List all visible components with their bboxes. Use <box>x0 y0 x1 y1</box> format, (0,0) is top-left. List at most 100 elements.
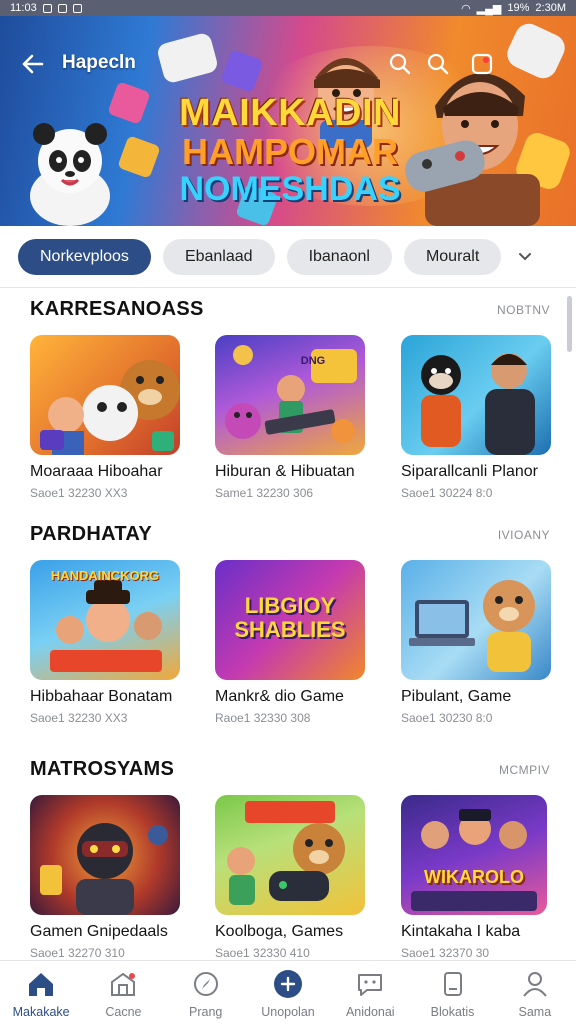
see-all-link[interactable]: MCMPIV <box>499 763 550 777</box>
games-icon <box>273 969 303 999</box>
section-header: KARRESANOASS NOBTNV <box>30 298 550 321</box>
chevron-down-icon <box>519 253 532 261</box>
game-meta: Saoe1 32230 XX3 <box>30 486 128 500</box>
game-meta: Saoe1 32230 XX3 <box>30 711 128 725</box>
hero-title-line1: MAIKKADIN <box>179 92 401 134</box>
game-art <box>227 801 345 905</box>
search-icon <box>427 53 449 75</box>
hero-title-line2: HAMPOMAR <box>182 131 398 172</box>
section-header: PARDHATAY IVIOANY <box>30 523 550 546</box>
see-all-link[interactable]: NOBTNV <box>497 303 550 317</box>
status-clock: 2:30M <box>535 2 566 14</box>
game-thumbnail <box>401 560 551 680</box>
nav-label: Anidonai <box>345 1005 395 1019</box>
arrow-left-icon <box>22 54 44 74</box>
notification-icon <box>72 3 82 13</box>
home-icon <box>26 969 56 999</box>
game-card[interactable]: Pibulant, Game Saoe1 30230 8:0 <box>401 560 561 725</box>
game-meta: Saoe1 30230 8:0 <box>401 711 493 725</box>
nav-label: Sama <box>518 1005 552 1019</box>
game-meta: Saoe1 32270 310 <box>30 946 125 960</box>
game-thumbnail: DNG <box>215 335 365 455</box>
battery-level: 19% <box>507 2 530 14</box>
compass-icon <box>191 969 221 999</box>
tab-1[interactable]: Ebanlaad <box>162 239 275 275</box>
game-card[interactable]: WIKAROLO Kintakaha I kaba Saoe1 32370 30 <box>401 795 561 960</box>
wifi-icon: ◠ <box>461 2 471 15</box>
notification-icon <box>42 3 52 13</box>
scrollbar[interactable] <box>567 296 572 352</box>
bottom-nav: Makakake Cacne Prang Unopolan Anidonai B… <box>0 960 576 1024</box>
status-time: 11:03 <box>10 2 37 14</box>
see-all-link[interactable]: IVIOANY <box>498 528 550 542</box>
notification-icon <box>471 53 493 75</box>
game-title: Siparallcanli Planor <box>401 463 538 480</box>
game-art <box>421 353 535 455</box>
gamepad-icon <box>155 31 220 85</box>
section-header: MATROSYAMS MCMPIV <box>30 758 550 781</box>
game-card[interactable]: Siparallcanli Planor Saoe1 30224 8:0 <box>401 335 561 500</box>
game-art <box>40 823 168 915</box>
game-thumbnail <box>30 795 180 915</box>
game-title: Pibulant, Game <box>401 688 512 705</box>
game-meta: Raoe1 32330 308 <box>215 711 311 725</box>
game-art <box>409 580 535 672</box>
nav-item-library[interactable]: Blokatis <box>411 961 493 1024</box>
nav-label: Prang <box>189 1005 223 1019</box>
notification-icon <box>57 3 67 13</box>
game-thumbnail: HANDAINCKORG <box>30 560 180 680</box>
nav-item-compass[interactable]: Prang <box>165 961 247 1024</box>
nav-item-chat[interactable]: Anidonai <box>329 961 411 1024</box>
section-title: KARRESANOASS <box>30 298 204 320</box>
store-icon <box>108 969 138 999</box>
notification-button[interactable] <box>470 52 494 76</box>
library-icon <box>438 969 468 999</box>
game-card[interactable]: Gamen Gnipedaals Saoe1 32270 310 <box>30 795 190 960</box>
hero-banner[interactable]: MAIKKADIN HAMPOMAR NOMESHDAS Hapecln <box>0 16 576 226</box>
nav-label: Cacne <box>105 1005 142 1019</box>
nav-item-games[interactable]: Unopolan <box>247 961 329 1024</box>
game-meta: Saoe1 30224 8:0 <box>401 486 493 500</box>
nav-item-store[interactable]: Cacne <box>82 961 164 1024</box>
hero-title: MAIKKADIN HAMPOMAR NOMESHDAS <box>160 94 420 206</box>
nav-item-profile[interactable]: Sama <box>494 961 576 1024</box>
status-left: 11:03 <box>10 2 82 14</box>
game-thumbnail: LIBGIOY SHABLIES <box>215 560 365 680</box>
back-button[interactable] <box>20 53 46 74</box>
tab-3[interactable]: Mouralt <box>403 239 502 275</box>
game-card[interactable]: HANDAINCKORG Hibbahaar Bonatam Saoe1 322… <box>30 560 190 725</box>
search-button[interactable] <box>388 52 412 76</box>
game-meta: Saoe1 32370 30 <box>401 946 490 960</box>
game-art <box>40 360 180 455</box>
search-button[interactable] <box>426 52 450 76</box>
nav-label: Blokatis <box>430 1005 475 1019</box>
section-title: MATROSYAMS <box>30 758 175 780</box>
profile-icon <box>520 969 550 999</box>
game-title: Kintakaha I kaba <box>401 923 521 940</box>
hero-title-line3: NOMESHDAS <box>179 170 401 208</box>
status-bar: 11:03 ◠ ▂▄▆ 19% 2:30M <box>0 0 576 16</box>
game-art <box>411 809 537 911</box>
tab-2[interactable]: Ibanaonl <box>286 239 392 275</box>
nav-item-home[interactable]: Makakake <box>0 961 82 1024</box>
game-title: Mankr& dio Game <box>215 688 344 705</box>
signal-icon: ▂▄▆ <box>476 2 502 15</box>
thumb-logo: HANDAINCKORG <box>50 568 160 583</box>
thumb-logo: WIKAROLO <box>424 867 524 887</box>
game-title: Koolboga, Games <box>215 923 344 940</box>
section-title: PARDHATAY <box>30 523 152 545</box>
game-thumbnail <box>30 335 180 455</box>
game-card[interactable]: Moaraaa Hiboahar Saoe1 32230 XX3 <box>30 335 190 500</box>
tab-0[interactable]: Norkevploos <box>18 239 151 275</box>
game-card[interactable]: LIBGIOY SHABLIES Mankr& dio Game Raoe1 3… <box>215 560 375 725</box>
game-card[interactable]: DNG Hiburan & Hibuatan Same1 32230 306 <box>215 335 375 500</box>
game-meta: Saoe1 32330 410 <box>215 946 310 960</box>
tabs-more-button[interactable] <box>513 245 537 269</box>
game-title: Hiburan & Hibuatan <box>215 463 355 480</box>
game-thumbnail <box>215 795 365 915</box>
game-thumbnail <box>401 335 551 455</box>
nav-label: Unopolan <box>261 1005 315 1019</box>
game-card[interactable]: Koolboga, Games Saoe1 32330 410 <box>215 795 375 960</box>
game-title: Moaraaa Hiboahar <box>30 463 163 480</box>
search-icon <box>389 53 411 75</box>
